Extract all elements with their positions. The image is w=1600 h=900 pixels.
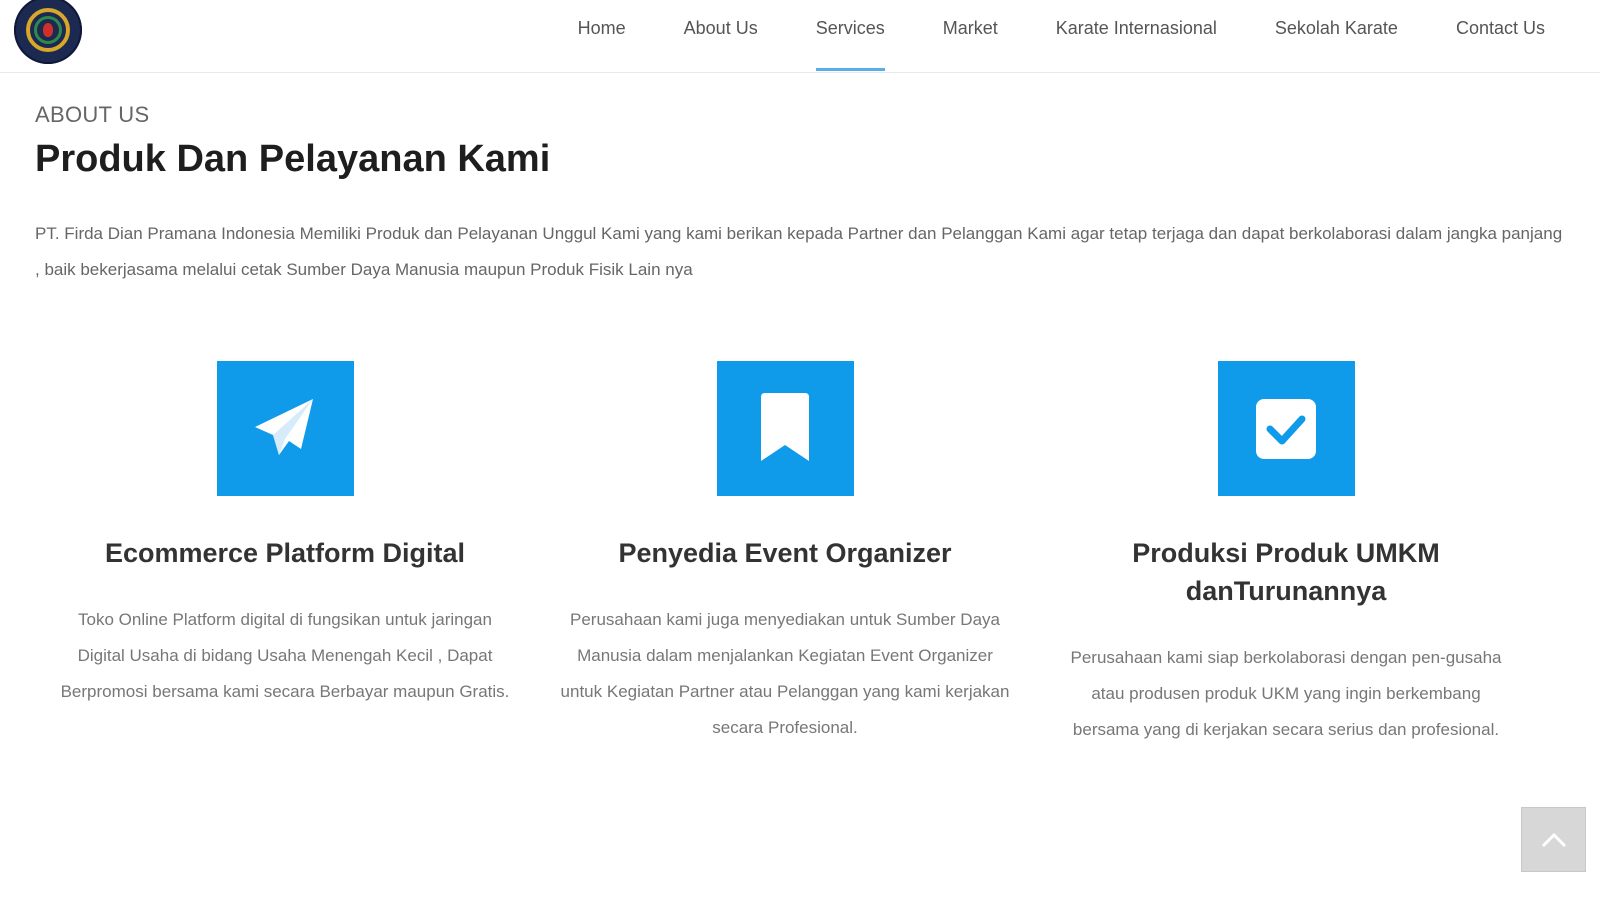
service-icon-box (216, 361, 354, 496)
nav-item-market[interactable]: Market (914, 0, 1027, 73)
section-intro: PT. Firda Dian Pramana Indonesia Memilik… (35, 224, 1563, 279)
service-card-text: Toko Online Platform digital di fungsika… (60, 610, 510, 701)
active-nav-indicator (815, 68, 885, 71)
chevron-up-icon (1541, 832, 1566, 847)
nav-item-contact-us[interactable]: Contact Us (1427, 0, 1574, 73)
service-icon-box (1217, 361, 1355, 496)
nav-item-label: Market (942, 18, 998, 38)
service-card-text: Perusahaan kami siap berkolaborasi denga… (1070, 648, 1502, 739)
service-card-title: Penyedia Event Organizer (618, 538, 952, 568)
bookmark-icon (761, 392, 809, 461)
section-eyebrow: ABOUT US (35, 102, 150, 127)
service-card-title: Ecommerce Platform Digital (104, 538, 466, 568)
service-card-umkm: Produksi Produk UMKM danTurunannya Perus… (1046, 361, 1526, 748)
nav-item-label: Contact Us (1455, 18, 1545, 38)
paper-plane-icon (255, 398, 313, 455)
nav-item-home[interactable]: Home (549, 0, 655, 73)
site-header: Home About Us Services Market Karate Int… (0, 0, 1600, 73)
nav-item-label: Home (577, 18, 626, 38)
main-nav: Home About Us Services Market Karate Int… (549, 0, 1574, 73)
nav-item-label: Sekolah Karate (1274, 18, 1398, 38)
nav-item-label: Karate Internasional (1055, 18, 1217, 38)
service-icon-box (716, 361, 854, 496)
nav-item-about-us[interactable]: About Us (655, 0, 787, 73)
back-to-top-button[interactable] (1521, 807, 1586, 872)
service-card-title: Produksi Produk UMKM danTurunannya (1132, 538, 1440, 606)
check-square-icon (1256, 398, 1316, 459)
page-title: Produk Dan Pelayanan Kami (35, 138, 551, 180)
service-card-text: Perusahaan kami juga menyediakan untuk S… (560, 610, 1010, 737)
nav-item-karate-internasional[interactable]: Karate Internasional (1027, 0, 1246, 73)
logo-flame (43, 23, 53, 37)
nav-item-label: About Us (683, 18, 758, 38)
nav-item-label: Services (815, 18, 885, 38)
service-card-ecommerce: Ecommerce Platform Digital Toko Online P… (45, 361, 525, 710)
company-seal-logo-icon[interactable] (14, 0, 82, 64)
nav-item-sekolah-karate[interactable]: Sekolah Karate (1246, 0, 1427, 73)
nav-item-services[interactable]: Services (787, 0, 914, 73)
service-card-event-organizer: Penyedia Event Organizer Perusahaan kami… (545, 361, 1025, 746)
